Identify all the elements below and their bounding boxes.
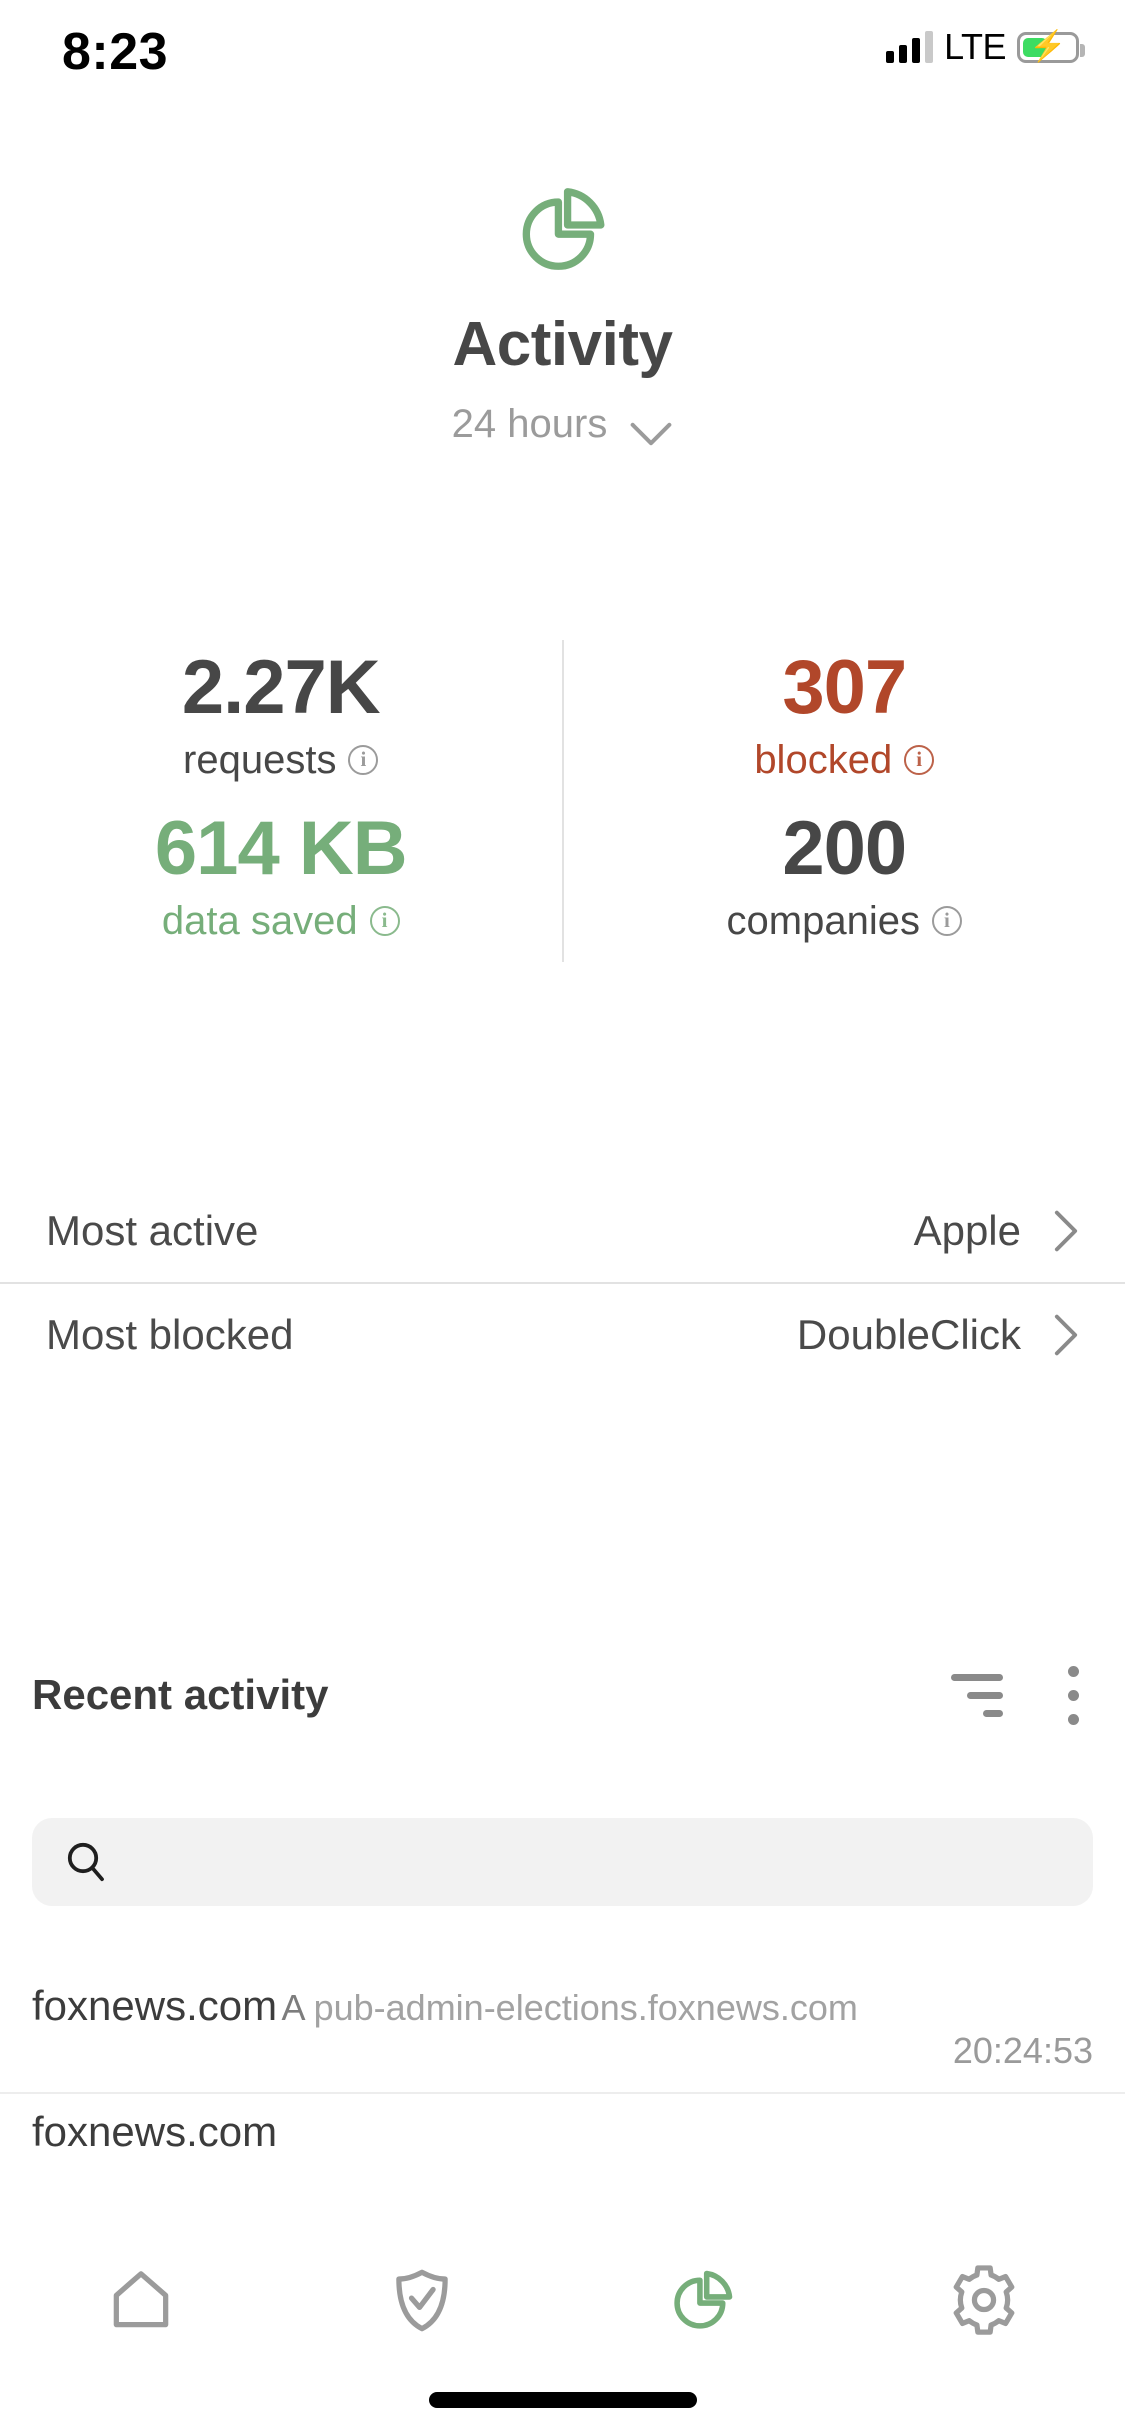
stat-requests[interactable]: 2.27K requests bbox=[0, 640, 562, 801]
log-query: A pub-admin-elections.foxnews.com bbox=[282, 1987, 858, 2028]
home-indicator bbox=[428, 2392, 697, 2408]
search-container bbox=[32, 1818, 1093, 1906]
tab-home[interactable] bbox=[0, 2263, 281, 2342]
period-label: 24 hours bbox=[451, 402, 608, 446]
stat-label: requests bbox=[183, 737, 337, 782]
summary-value-wrap: Apple bbox=[914, 1207, 1079, 1255]
recent-activity-title: Recent activity bbox=[32, 1671, 329, 1718]
stat-label: data saved bbox=[161, 898, 358, 943]
summary-list: Most active Apple Most blocked DoubleCli… bbox=[0, 1180, 1125, 1386]
tab-settings[interactable] bbox=[844, 2263, 1125, 2342]
page-header: Activity 24 hours bbox=[0, 170, 1125, 447]
more-vertical-icon[interactable] bbox=[1063, 1665, 1083, 1725]
stat-value: 2.27K bbox=[181, 645, 381, 730]
stat-companies[interactable]: 200 companies bbox=[561, 800, 1125, 962]
stats-grid: 2.27K requests 307 blocked 614 KB data s… bbox=[0, 640, 1125, 962]
chevron-down-icon bbox=[629, 412, 673, 445]
filter-sort-icon[interactable] bbox=[951, 1673, 1003, 1717]
log-domain: foxnews.com bbox=[32, 2108, 278, 2155]
tab-activity[interactable] bbox=[563, 2263, 844, 2342]
signal-bars-icon bbox=[886, 31, 934, 63]
shield-check-icon bbox=[385, 2263, 459, 2342]
summary-row-most-active[interactable]: Most active Apple bbox=[0, 1180, 1125, 1282]
stat-value: 614 KB bbox=[154, 805, 408, 891]
list-item[interactable]: foxnews.com A pub-admin-elections.foxnew… bbox=[0, 1968, 1125, 2092]
stat-label-wrap: data saved bbox=[0, 899, 562, 944]
summary-key: Most blocked bbox=[46, 1311, 294, 1358]
home-icon bbox=[104, 2263, 178, 2342]
search-icon bbox=[62, 1838, 110, 1886]
summary-row-most-blocked[interactable]: Most blocked DoubleClick bbox=[0, 1284, 1125, 1386]
pie-chart-icon bbox=[508, 170, 618, 280]
log-time: 20:24:53 bbox=[952, 2030, 1093, 2071]
battery-charging-icon: ⚡ bbox=[1017, 31, 1085, 63]
activity-log: foxnews.com A pub-admin-elections.foxnew… bbox=[0, 1968, 1125, 2176]
info-icon[interactable] bbox=[904, 745, 935, 776]
app-screen: 8:23 LTE ⚡ Activity 24 hours 2.27K reque… bbox=[0, 0, 1125, 2436]
info-icon[interactable] bbox=[369, 906, 400, 937]
gear-icon bbox=[947, 2263, 1021, 2342]
info-icon[interactable] bbox=[931, 906, 962, 937]
summary-key: Most active bbox=[46, 1207, 259, 1254]
chevron-right-icon bbox=[1053, 1209, 1079, 1253]
log-query-host: pub-admin-elections.foxnews.com bbox=[313, 1987, 858, 2028]
list-item[interactable]: foxnews.com bbox=[0, 2094, 1125, 2176]
network-type-label: LTE bbox=[944, 26, 1006, 67]
summary-value: Apple bbox=[913, 1207, 1021, 1254]
stat-label-wrap: requests bbox=[0, 738, 562, 783]
tab-protection[interactable] bbox=[281, 2263, 562, 2342]
stats-row-2: 614 KB data saved 200 companies bbox=[0, 800, 1125, 962]
search-input[interactable] bbox=[110, 1840, 1063, 1884]
status-indicators: LTE ⚡ bbox=[886, 26, 1085, 68]
stat-label: companies bbox=[726, 898, 920, 943]
log-entry-text: foxnews.com bbox=[32, 2108, 1073, 2155]
status-bar: 8:23 LTE ⚡ bbox=[0, 0, 1125, 120]
log-entry-text: foxnews.com A pub-admin-elections.foxnew… bbox=[32, 1982, 933, 2029]
recent-activity-actions bbox=[951, 1665, 1083, 1725]
log-domain: foxnews.com bbox=[32, 1982, 278, 2029]
stat-blocked[interactable]: 307 blocked bbox=[561, 640, 1125, 801]
status-time: 8:23 bbox=[62, 23, 169, 81]
pie-chart-icon bbox=[666, 2263, 740, 2342]
log-query-type: A bbox=[281, 1987, 304, 2028]
page-title: Activity bbox=[452, 310, 673, 379]
stat-value: 307 bbox=[782, 645, 907, 730]
stat-value: 200 bbox=[782, 805, 907, 891]
search-box[interactable] bbox=[32, 1818, 1093, 1906]
chevron-right-icon bbox=[1053, 1313, 1079, 1357]
recent-activity-header: Recent activity bbox=[0, 1650, 1125, 1740]
stat-label-wrap: blocked bbox=[564, 738, 1125, 783]
summary-value-wrap: DoubleClick bbox=[797, 1311, 1079, 1359]
stat-data-saved[interactable]: 614 KB data saved bbox=[0, 801, 562, 962]
summary-value: DoubleClick bbox=[796, 1311, 1021, 1358]
stats-row-1: 2.27K requests 307 blocked bbox=[0, 640, 1125, 801]
stat-label: blocked bbox=[754, 737, 893, 782]
stat-label-wrap: companies bbox=[564, 899, 1125, 944]
period-selector[interactable]: 24 hours bbox=[0, 402, 1125, 447]
info-icon[interactable] bbox=[348, 745, 379, 776]
